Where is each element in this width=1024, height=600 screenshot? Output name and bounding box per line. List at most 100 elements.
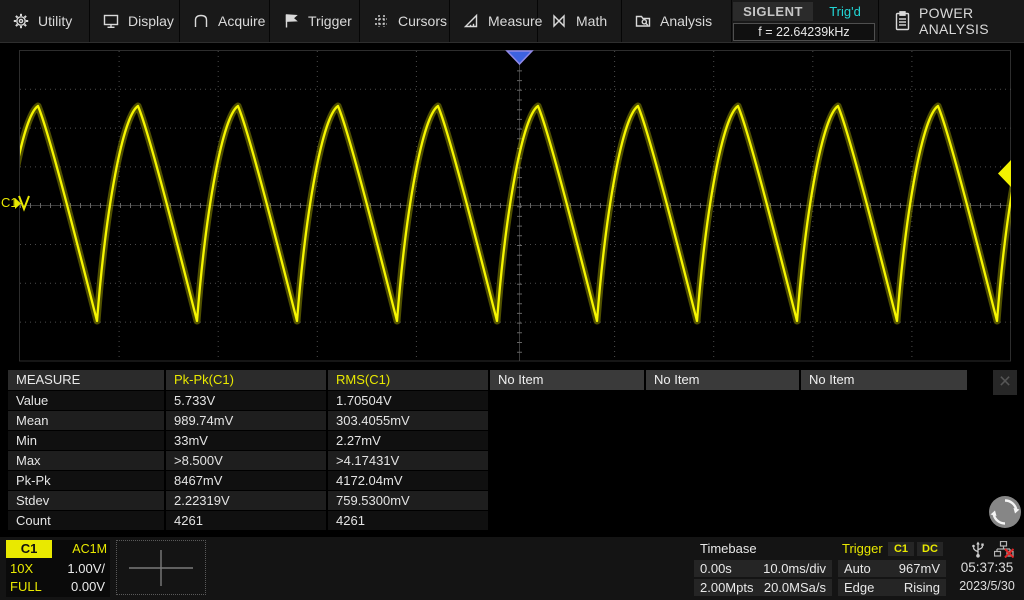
trigger-level-marker[interactable]	[998, 160, 1011, 187]
c1-trace-halo	[20, 102, 1011, 325]
timebase-delay: 0.00s	[700, 561, 732, 576]
measure-header-empty-1[interactable]: No Item	[490, 370, 644, 390]
channel-tab[interactable]: C1	[6, 540, 52, 558]
measure-cell-pkpk: 4261	[166, 511, 326, 530]
measure-cell-rms: 303.4055mV	[328, 411, 488, 430]
measure-header-rms[interactable]: RMS(C1)	[328, 370, 488, 390]
menu-acquire[interactable]: Acquire	[180, 0, 270, 42]
menu-power-analysis-label: POWER ANALYSIS	[919, 5, 989, 37]
monitor-icon	[103, 13, 119, 29]
channel-info-box[interactable]: C1 AC1M 10X 1.00V/ FULL 0.00V	[6, 540, 110, 597]
channel-offset-row: FULL 0.00V	[10, 578, 105, 596]
menu-display[interactable]: Display	[90, 0, 180, 42]
knob-hint-icon[interactable]	[986, 493, 1024, 531]
measure-row: Value 5.733V 1.70504V	[0, 391, 1024, 410]
measure-row: Mean 989.74mV 303.4055mV	[0, 411, 1024, 430]
close-icon[interactable]: ×	[993, 370, 1017, 395]
trigger-title: Trigger	[842, 541, 883, 556]
usb-icon	[972, 541, 984, 558]
measure-cell-rms: >4.17431V	[328, 451, 488, 470]
clipboard-icon	[895, 11, 910, 31]
measure-cell-label: Pk-Pk	[8, 471, 164, 490]
timebase-row-1: 0.00s 10.0ms/div	[694, 560, 832, 577]
menu-trigger-label: Trigger	[308, 13, 352, 29]
measure-cell-label: Stdev	[8, 491, 164, 510]
memory-depth: 2.00Mpts	[700, 580, 754, 595]
measure-cell-pkpk: 5.733V	[166, 391, 326, 410]
math-icon	[551, 13, 567, 29]
bandwidth-limit: FULL	[10, 579, 42, 594]
trigger-row-2: Edge Rising	[838, 579, 946, 596]
timebase-scale: 10.0ms/div	[763, 561, 826, 576]
graticule-border	[19, 50, 1011, 362]
measure-cell-rms: 4261	[328, 511, 488, 530]
measure-header-pkpk[interactable]: Pk-Pk(C1)	[166, 370, 326, 390]
menu-analysis[interactable]: Analysis	[622, 0, 732, 42]
channel-offset-value: 0.00V	[71, 579, 105, 594]
menu-utility-label: Utility	[38, 13, 73, 29]
status-bar: C1 AC1M 10X 1.00V/ FULL 0.00V Timebase 0…	[0, 536, 1024, 600]
measure-cell-label: Min	[8, 431, 164, 450]
measure-cell-rms: 2.27mV	[328, 431, 488, 450]
trigger-position-marker[interactable]	[505, 50, 534, 66]
measure-row: Stdev 2.22319V 759.5300mV	[0, 491, 1024, 510]
probe-attenuation: 10X	[10, 561, 34, 576]
measure-header-empty-3[interactable]: No Item	[801, 370, 967, 390]
menu-power-analysis[interactable]: POWER ANALYSIS	[879, 0, 1024, 42]
timebase-title: Timebase	[700, 541, 757, 556]
menu-measure-label: Measure	[488, 13, 543, 29]
measure-icon	[463, 13, 479, 29]
measure-header-empty-2[interactable]: No Item	[646, 370, 799, 390]
measure-cell-rms: 1.70504V	[328, 391, 488, 410]
channel-position-marker	[18, 195, 30, 212]
crosshair-box[interactable]	[116, 540, 206, 595]
channel-offset-label: C1	[1, 195, 18, 210]
sample-rate: 20.0MSa/s	[763, 580, 826, 595]
channel-offset-arrow-icon[interactable]	[15, 198, 21, 209]
lan-disconnected-icon	[994, 541, 1014, 558]
measure-title: MEASURE	[8, 370, 164, 390]
measure-cell-label: Value	[8, 391, 164, 410]
measure-row: Count 4261 4261	[0, 511, 1024, 530]
menu-cursors[interactable]: Cursors	[360, 0, 450, 42]
trigger-status: Trig'd	[829, 4, 861, 19]
menu-utility[interactable]: Utility	[0, 0, 90, 42]
trigger-source-badge: C1	[888, 542, 914, 556]
menu-acquire-label: Acquire	[218, 13, 266, 29]
cursors-icon	[373, 13, 389, 29]
c1-trace	[20, 104, 1011, 323]
trigger-type: Edge	[844, 580, 875, 595]
timebase-box[interactable]: Timebase 0.00s 10.0ms/div 2.00Mpts 20.0M…	[694, 540, 832, 597]
menu-bar: Utility Display Acquire Trigger Cursors	[0, 0, 1024, 43]
siglent-logo: SIGLENT	[733, 2, 813, 21]
measure-cell-pkpk: 33mV	[166, 431, 326, 450]
frequency-counter: f = 22.64239kHz	[733, 23, 875, 41]
measure-row: Max >8.500V >4.17431V	[0, 451, 1024, 470]
clock-time: 05:37:35	[960, 560, 1014, 575]
trigger-slope: Rising	[903, 580, 940, 595]
volts-per-div: 1.00V/	[67, 561, 105, 576]
menu-measure[interactable]: Measure	[450, 0, 542, 42]
crosshair-icon	[129, 550, 193, 586]
oscilloscope-screen: Utility Display Acquire Trigger Cursors	[0, 0, 1024, 600]
gear-icon	[13, 13, 29, 29]
channel-coupling: AC1M	[72, 542, 107, 556]
trigger-row-1: Auto 967mV	[838, 560, 946, 577]
measure-cell-pkpk: 989.74mV	[166, 411, 326, 430]
menu-trigger[interactable]: Trigger	[270, 0, 360, 42]
menu-cursors-label: Cursors	[398, 13, 448, 29]
waveform-display: C1	[1, 50, 1011, 362]
trigger-level: 967mV	[898, 561, 940, 576]
flag-icon	[283, 13, 299, 29]
measure-cell-pkpk: 8467mV	[166, 471, 326, 490]
trigger-mode: Auto	[844, 561, 871, 576]
trigger-box[interactable]: Trigger C1 DC Auto 967mV Edge Rising	[838, 540, 946, 597]
measure-cell-label: Max	[8, 451, 164, 470]
menu-analysis-label: Analysis	[660, 13, 713, 29]
measure-cell-label: Count	[8, 511, 164, 530]
menu-math[interactable]: Math	[538, 0, 622, 42]
menu-display-label: Display	[128, 13, 174, 29]
analysis-icon	[635, 13, 651, 29]
measure-row: Min 33mV 2.27mV	[0, 431, 1024, 450]
measure-cell-rms: 4172.04mV	[328, 471, 488, 490]
